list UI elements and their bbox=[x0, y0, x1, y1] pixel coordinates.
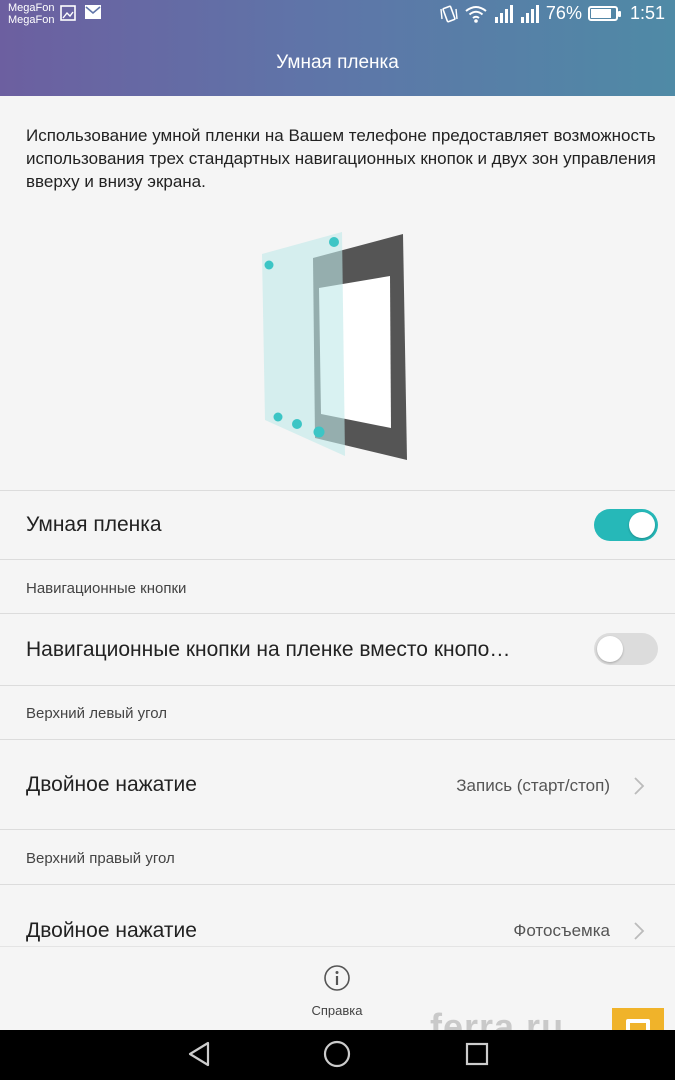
toggle-knob bbox=[597, 636, 623, 662]
status-icons: 76% 1:51 bbox=[440, 3, 665, 24]
top-left-double-tap-value: Запись (старт/стоп) bbox=[456, 776, 610, 795]
gallery-icon bbox=[60, 5, 76, 21]
top-right-double-tap-label: Двойное нажатие bbox=[26, 919, 197, 942]
divider bbox=[0, 829, 675, 830]
home-icon[interactable] bbox=[323, 1040, 351, 1068]
help-label: Справка bbox=[311, 1003, 363, 1018]
divider bbox=[0, 685, 675, 686]
carrier-2: MegaFon bbox=[8, 14, 55, 26]
smart-film-illustration-icon bbox=[262, 232, 407, 460]
system-nav-bar bbox=[0, 1030, 675, 1080]
wifi-icon bbox=[465, 5, 487, 23]
battery-icon bbox=[587, 6, 621, 21]
top-right-double-tap-value: Фотосъемка bbox=[513, 921, 610, 940]
header: MegaFon MegaFon 76% 1:51 Умная пленка bbox=[0, 0, 675, 96]
clock: 1:51 bbox=[629, 3, 665, 23]
help-button[interactable]: Справка bbox=[287, 955, 387, 1027]
section-header-top-left: Верхний левый угол bbox=[26, 705, 168, 722]
nav-buttons-toggle[interactable] bbox=[594, 633, 658, 665]
smart-film-label: Умная пленка bbox=[26, 513, 162, 536]
signal-icon-2 bbox=[520, 4, 539, 23]
chevron-right-icon bbox=[634, 922, 645, 940]
section-header-top-right: Верхний правый угол bbox=[26, 850, 175, 867]
top-right-double-tap-row[interactable]: Двойное нажатие Фотосъемка bbox=[0, 885, 675, 946]
nav-buttons-label: Навигационные кнопки на пленке вместо кн… bbox=[26, 638, 511, 661]
battery-percent: 76% bbox=[545, 3, 582, 23]
chevron-right-icon bbox=[634, 777, 645, 795]
recents-icon[interactable] bbox=[464, 1040, 490, 1068]
vibrate-icon bbox=[440, 5, 458, 22]
back-icon[interactable] bbox=[186, 1040, 212, 1068]
top-left-double-tap-label: Двойное нажатие bbox=[26, 773, 197, 796]
battery-fill bbox=[590, 9, 611, 18]
description-text: Использование умной пленки на Вашем теле… bbox=[26, 126, 656, 191]
signal-icon bbox=[494, 4, 513, 23]
section-header-nav-buttons: Навигационные кнопки bbox=[26, 580, 187, 597]
carrier-1: MegaFon bbox=[8, 2, 55, 14]
carrier-labels: MegaFon MegaFon bbox=[8, 2, 54, 26]
info-icon bbox=[324, 965, 350, 991]
smart-film-toggle[interactable] bbox=[594, 509, 658, 541]
help-footer: Справка bbox=[0, 946, 675, 1030]
divider bbox=[0, 559, 675, 560]
toggle-knob bbox=[629, 512, 655, 538]
mail-icon bbox=[85, 5, 101, 19]
top-left-double-tap-row[interactable]: Двойное нажатие Запись (старт/стоп) bbox=[0, 740, 675, 829]
divider bbox=[0, 490, 675, 491]
status-bar: MegaFon MegaFon 76% 1:51 bbox=[0, 0, 675, 32]
divider bbox=[0, 613, 675, 614]
page-title: Умная пленка bbox=[276, 52, 399, 73]
